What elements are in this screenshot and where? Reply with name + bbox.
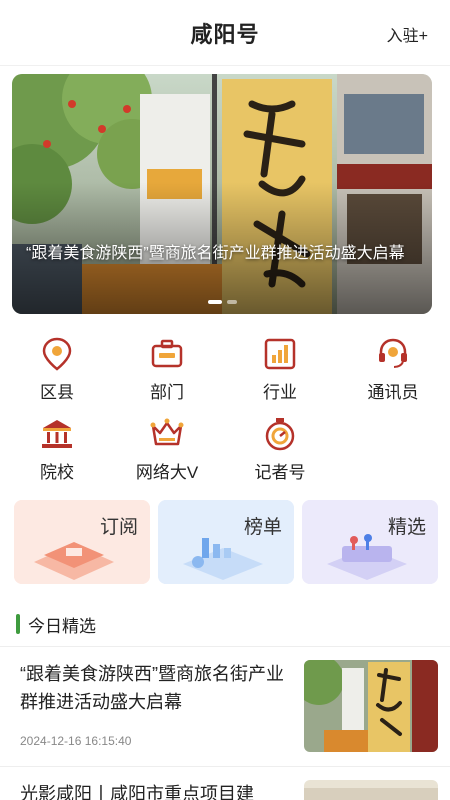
- banner-photo: [12, 74, 432, 314]
- category-label: 记者号: [254, 463, 306, 482]
- carousel-indicator: [12, 300, 432, 304]
- card-subscribe[interactable]: 订阅: [14, 500, 150, 584]
- category-label: 院校: [40, 463, 74, 482]
- news-title[interactable]: 光影咸阳丨咸阳市重点项目建: [20, 780, 288, 800]
- category-label: 通讯员: [367, 383, 419, 402]
- section-title: 今日精选: [28, 616, 96, 636]
- join-button[interactable]: 入驻+: [387, 22, 428, 46]
- app-header: 咸阳号 入驻+: [0, 0, 450, 66]
- category-label: 区县: [40, 383, 74, 402]
- category-department[interactable]: 部门: [122, 334, 212, 404]
- card-rankings[interactable]: 榜单: [158, 500, 294, 584]
- location-pin-icon: [37, 334, 77, 374]
- card-featured[interactable]: 精选: [302, 500, 438, 584]
- divider: [0, 766, 450, 767]
- category-label: 部门: [150, 383, 184, 402]
- news-thumbnail[interactable]: [304, 660, 438, 752]
- category-district[interactable]: 区县: [12, 334, 102, 404]
- banner-carousel[interactable]: “跟着美食游陕西”暨商旅名街产业群推进活动盛大启幕: [12, 74, 432, 314]
- category-reporter[interactable]: 记者号: [235, 414, 325, 484]
- news-item[interactable]: “跟着美食游陕西”暨商旅名街产业群推进活动盛大启幕 2024-12-16 16:…: [0, 648, 450, 766]
- carousel-dot[interactable]: [226, 300, 237, 304]
- category-influencer[interactable]: 网络大V: [122, 414, 212, 484]
- section-header: 今日精选: [16, 612, 96, 636]
- institution-icon: [37, 414, 77, 454]
- news-date: 2024-12-16 16:15:40: [20, 734, 132, 748]
- stopwatch-icon: [260, 414, 300, 454]
- category-industry[interactable]: 行业: [235, 334, 325, 404]
- category-correspondent[interactable]: 通讯员: [348, 334, 438, 404]
- page-title: 咸阳号: [190, 21, 260, 47]
- news-item[interactable]: 光影咸阳丨咸阳市重点项目建: [0, 768, 450, 800]
- bar-chart-icon: [260, 334, 300, 374]
- category-label: 网络大V: [135, 463, 199, 482]
- crown-icon: [147, 414, 187, 454]
- news-title[interactable]: “跟着美食游陕西”暨商旅名街产业群推进活动盛大启幕: [20, 660, 288, 716]
- banner-caption[interactable]: “跟着美食游陕西”暨商旅名街产业群推进活动盛大启幕: [26, 242, 421, 266]
- category-institution[interactable]: 院校: [12, 414, 102, 484]
- carousel-dot[interactable]: [207, 300, 222, 304]
- category-grid: 区县 部门 行业 通讯员 院校 网络大V 记者号: [0, 326, 450, 486]
- briefcase-icon: [147, 334, 187, 374]
- card-title: 榜单: [243, 517, 282, 538]
- category-label: 行业: [263, 383, 297, 402]
- card-title: 精选: [387, 517, 426, 538]
- headset-icon: [373, 334, 413, 374]
- news-thumbnail[interactable]: [304, 780, 438, 800]
- divider: [0, 646, 450, 647]
- section-accent-bar: [16, 614, 20, 634]
- card-title: 订阅: [99, 517, 138, 538]
